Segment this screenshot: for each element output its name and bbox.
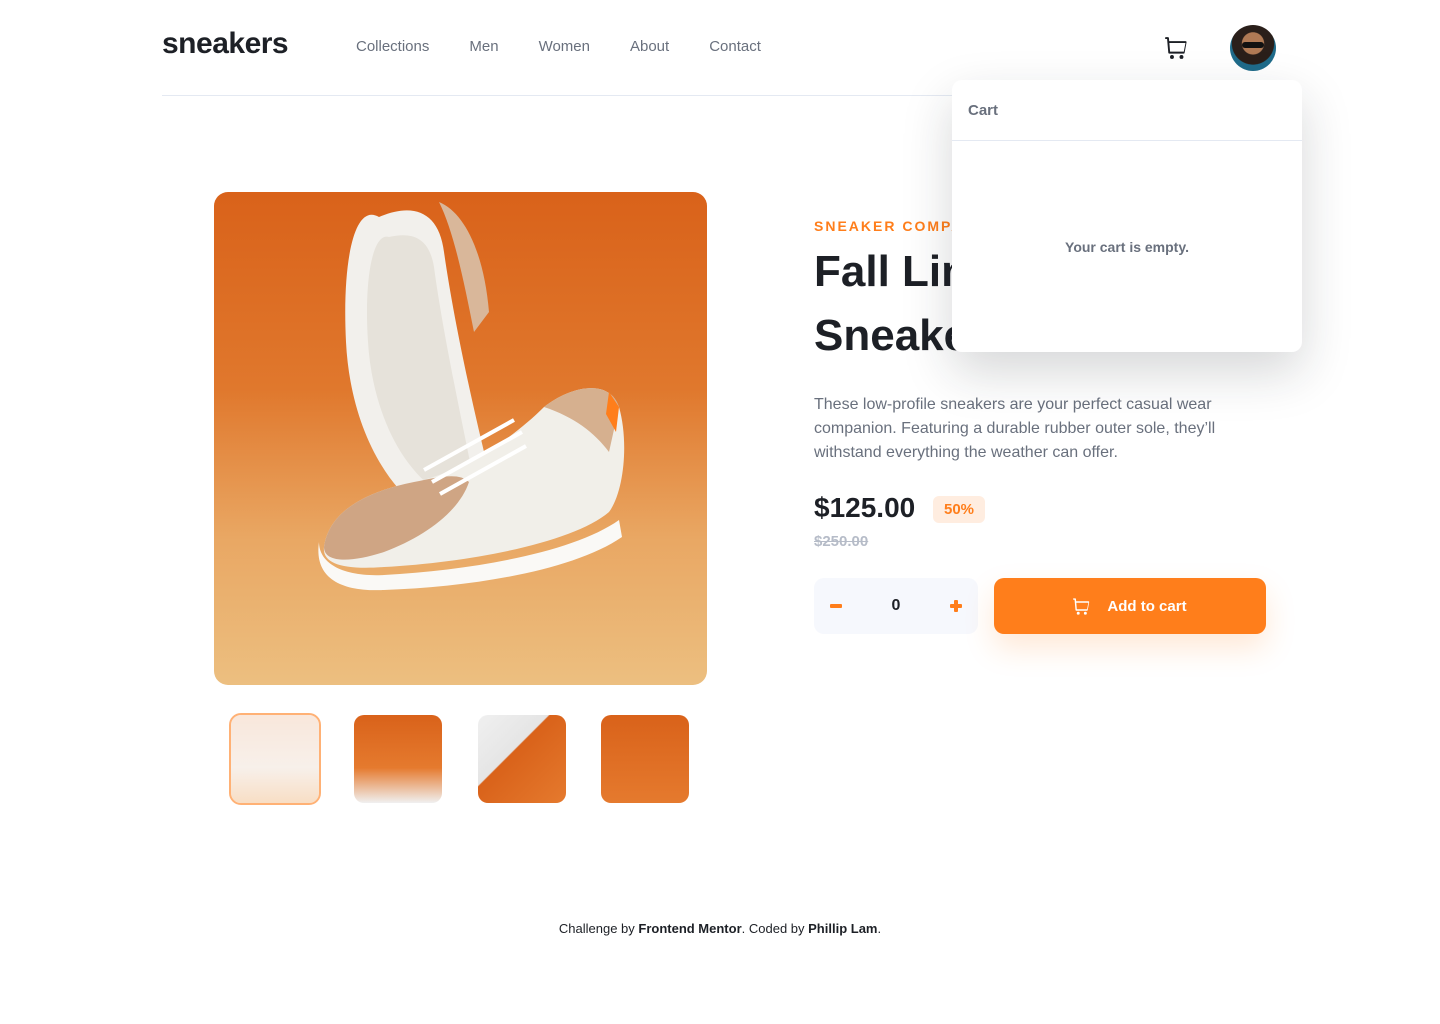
sneaker-illustration	[318, 202, 625, 591]
footer-prefix: Challenge by	[558, 921, 639, 936]
quantity-stepper: 0	[814, 578, 978, 634]
nav-about[interactable]: About	[630, 38, 669, 55]
add-to-cart-button[interactable]: Add to cart	[994, 578, 1266, 634]
increase-quantity-button[interactable]	[934, 578, 978, 634]
nav-women[interactable]: Women	[539, 38, 590, 55]
cart-divider	[952, 140, 1302, 141]
footer-middle: . Coded by	[741, 921, 809, 936]
nav-men[interactable]: Men	[469, 38, 498, 55]
cart-dropdown: Cart Your cart is empty.	[952, 80, 1302, 352]
author-link[interactable]: Phillip Lam	[808, 921, 877, 936]
product-description: These low-profile sneakers are your perf…	[814, 396, 1216, 461]
discount-badge: 50%	[933, 496, 985, 523]
product-main-image[interactable]	[214, 192, 707, 685]
add-to-cart-label: Add to cart	[1107, 597, 1187, 615]
minus-icon	[830, 604, 842, 608]
attribution-footer: Challenge by Frontend Mentor. Coded by P…	[0, 921, 1440, 936]
cart-icon[interactable]	[1165, 36, 1189, 60]
thumbnail-4[interactable]	[601, 715, 689, 803]
logo[interactable]: sneakers	[162, 27, 289, 61]
main-nav: Collections Men Women About Contact	[356, 38, 761, 55]
nav-contact[interactable]: Contact	[709, 38, 761, 55]
current-price: $125.00	[814, 492, 916, 523]
thumbnail-2[interactable]	[354, 715, 442, 803]
decrease-quantity-button[interactable]	[814, 578, 858, 634]
thumbnail-1[interactable]	[229, 713, 321, 805]
frontend-mentor-link[interactable]: Frontend Mentor	[638, 921, 741, 936]
cart-icon	[1073, 597, 1091, 615]
avatar-glasses	[1242, 42, 1264, 48]
thumbnail-3[interactable]	[478, 715, 566, 803]
plus-icon	[950, 600, 962, 612]
original-price: $250.00	[814, 533, 869, 550]
nav-collections[interactable]: Collections	[356, 38, 429, 55]
cart-empty-message: Your cart is empty.	[1065, 239, 1189, 255]
footer-suffix: .	[877, 921, 882, 936]
user-avatar[interactable]	[1230, 25, 1276, 71]
quantity-value[interactable]: 0	[858, 578, 934, 634]
cart-title: Cart	[968, 102, 999, 119]
